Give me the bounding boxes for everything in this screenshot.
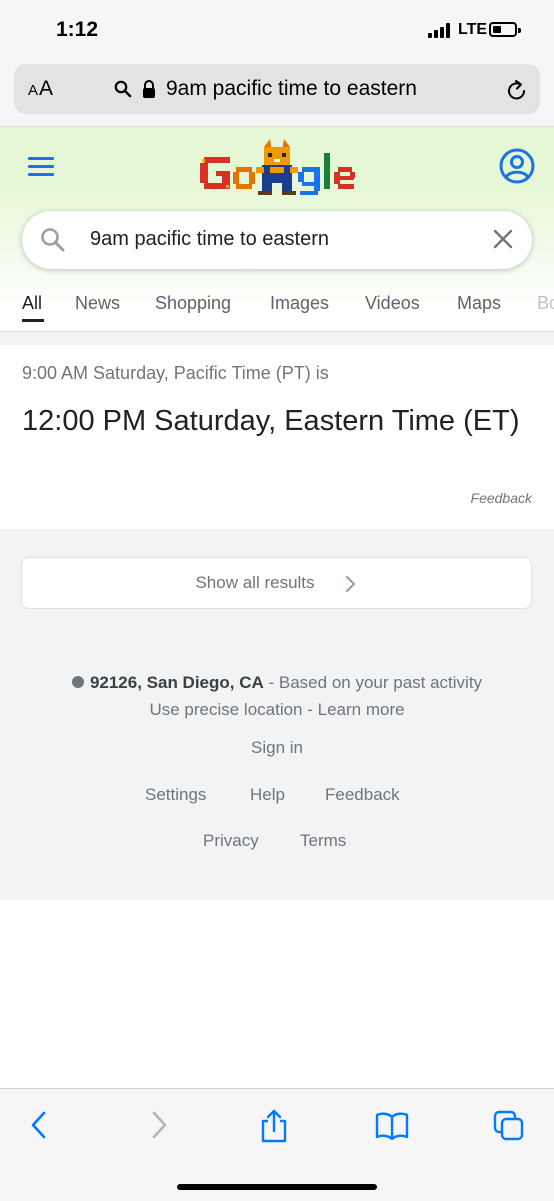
back-icon[interactable] xyxy=(28,1109,50,1141)
card-feedback-link[interactable]: Feedback xyxy=(471,490,532,506)
search-box[interactable]: 9am pacific time to eastern xyxy=(22,211,532,269)
url-text[interactable]: 9am pacific time to eastern xyxy=(166,77,417,101)
battery-icon xyxy=(489,22,521,37)
terms-link[interactable]: Terms xyxy=(300,831,346,851)
separator: - xyxy=(302,700,318,719)
search-icon[interactable] xyxy=(40,227,66,253)
chevron-right-icon xyxy=(345,575,356,593)
show-all-results-label: Show all results xyxy=(195,573,315,592)
tab-all[interactable]: All xyxy=(22,293,42,314)
settings-link[interactable]: Settings xyxy=(145,785,206,805)
location-line: 92126, San Diego, CA - Based on your pas… xyxy=(0,673,554,693)
account-icon[interactable] xyxy=(498,147,536,185)
location-actions: Use precise location - Learn more xyxy=(0,700,554,720)
answer-source: 9:00 AM Saturday, Pacific Time (PT) is xyxy=(22,363,329,383)
network-type: LTE xyxy=(458,21,488,38)
tabs-icon[interactable] xyxy=(492,1109,526,1143)
learn-more-link[interactable]: Learn more xyxy=(318,700,405,719)
browser-toolbar xyxy=(0,1088,554,1201)
show-all-results-button[interactable]: Show all results xyxy=(21,557,532,609)
share-icon[interactable] xyxy=(258,1109,290,1143)
google-doodle-logo[interactable] xyxy=(198,137,358,197)
cellular-signal-icon xyxy=(428,23,452,38)
forward-icon[interactable] xyxy=(148,1109,170,1141)
tab-videos[interactable]: Videos xyxy=(365,293,420,314)
answer-result: 12:00 PM Saturday, Eastern Time (ET) xyxy=(22,405,520,437)
location-dot-icon xyxy=(71,675,84,688)
text-size-button[interactable]: AA xyxy=(28,77,54,101)
privacy-link[interactable]: Privacy xyxy=(203,831,259,851)
help-link[interactable]: Help xyxy=(250,785,285,805)
tab-images[interactable]: Images xyxy=(270,293,329,314)
lock-icon xyxy=(143,80,155,98)
feedback-link[interactable]: Feedback xyxy=(325,785,400,805)
location-suffix: - Based on your past activity xyxy=(263,673,483,692)
home-indicator xyxy=(177,1184,377,1190)
tab-maps[interactable]: Maps xyxy=(457,293,501,314)
sign-in-link[interactable]: Sign in xyxy=(0,738,554,758)
menu-icon[interactable] xyxy=(28,157,54,177)
bookmarks-icon[interactable] xyxy=(374,1109,410,1141)
close-icon[interactable] xyxy=(492,228,514,250)
active-tab-indicator xyxy=(22,319,44,322)
search-input[interactable]: 9am pacific time to eastern xyxy=(90,228,329,251)
location-place: 92126, San Diego, CA xyxy=(89,673,264,692)
google-header: 9am pacific time to eastern All News Sho… xyxy=(0,126,554,333)
tab-books[interactable]: Bo xyxy=(537,293,554,314)
reload-icon[interactable] xyxy=(506,78,528,102)
browser-address-bar: AA 9am pacific time to eastern xyxy=(0,60,554,126)
use-precise-location-link[interactable]: Use precise location xyxy=(149,700,302,719)
address-field[interactable]: AA 9am pacific time to eastern xyxy=(14,64,540,114)
status-time: 1:12 xyxy=(56,18,99,41)
tab-shopping[interactable]: Shopping xyxy=(155,293,231,314)
tab-news[interactable]: News xyxy=(75,293,120,314)
search-tabs: All News Shopping Images Videos Maps Bo xyxy=(0,291,554,333)
status-bar: 1:12 LTE xyxy=(0,0,554,60)
time-conversion-card: 9:00 AM Saturday, Pacific Time (PT) is 1… xyxy=(0,345,554,529)
search-icon xyxy=(114,80,132,98)
